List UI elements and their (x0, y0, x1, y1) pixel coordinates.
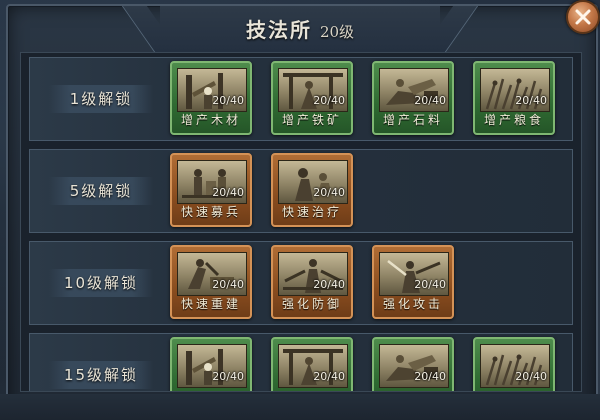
unlock-row-label: 15级解锁 (30, 334, 172, 391)
bottom-edge (0, 394, 600, 420)
skill-card[interactable]: 20/40 (170, 337, 252, 391)
skill-card[interactable]: 20/40 增产木材 (170, 61, 252, 135)
skill-card[interactable]: 20/40 快速治疗 (271, 153, 353, 227)
skill-name: 增产木材 (180, 113, 241, 127)
unlock-row-label: 10级解锁 (30, 242, 172, 324)
unlock-level-label: 5级解锁 (49, 177, 153, 205)
unlock-row: 10级解锁 20/40 快速重建 20/40 强化防御 20/40 强化攻击 (29, 241, 573, 325)
skill-card[interactable]: 20/40 增产铁矿 (271, 61, 353, 135)
skill-card[interactable]: 20/40 快速重建 (170, 245, 252, 319)
skill-name: 增产石料 (382, 113, 443, 127)
skill-name: 增产铁矿 (281, 113, 342, 127)
building-name: 技法所 (245, 18, 312, 42)
unlock-level-label: 1级解锁 (49, 85, 153, 113)
close-icon (575, 9, 591, 25)
skill-name: 快速重建 (180, 297, 241, 311)
unlock-row: 1级解锁 20/40 增产木材 20/40 增产铁矿 20/40 增产石料 20/40 增产粮食 (29, 57, 573, 141)
skill-progress: 20/40 (414, 278, 446, 291)
skill-progress: 20/40 (212, 94, 244, 107)
skill-progress: 20/40 (515, 370, 547, 383)
skill-list[interactable]: 1级解锁 20/40 增产木材 20/40 增产铁矿 20/40 增产石料 20/40 增产粮食… (20, 52, 582, 392)
unlock-level-label: 10级解锁 (49, 269, 153, 297)
skill-progress: 20/40 (414, 370, 446, 383)
skill-progress: 20/40 (414, 94, 446, 107)
skill-card[interactable]: 20/40 增产粮食 (473, 61, 555, 135)
skill-progress: 20/40 (515, 94, 547, 107)
unlock-level-label: 15级解锁 (49, 361, 153, 389)
skill-progress: 20/40 (313, 94, 345, 107)
skill-card[interactable]: 20/40 强化防御 (271, 245, 353, 319)
skill-name: 快速治疗 (281, 205, 342, 219)
skill-card[interactable]: 20/40 (473, 337, 555, 391)
building-level: 20级 (319, 23, 355, 41)
skill-card[interactable]: 20/40 快速募兵 (170, 153, 252, 227)
skill-card[interactable]: 20/40 (271, 337, 353, 391)
skill-name: 快速募兵 (180, 205, 241, 219)
skill-progress: 20/40 (313, 370, 345, 383)
skill-card[interactable]: 20/40 强化攻击 (372, 245, 454, 319)
skill-card[interactable]: 20/40 (372, 337, 454, 391)
skill-name: 强化攻击 (382, 297, 443, 311)
skill-progress: 20/40 (212, 278, 244, 291)
unlock-row-label: 5级解锁 (30, 150, 172, 232)
skill-name: 增产粮食 (483, 113, 544, 127)
skill-progress: 20/40 (313, 186, 345, 199)
skill-progress: 20/40 (212, 186, 244, 199)
unlock-row-label: 1级解锁 (30, 58, 172, 140)
skill-name: 强化防御 (281, 297, 342, 311)
skill-progress: 20/40 (313, 278, 345, 291)
skill-progress: 20/40 (212, 370, 244, 383)
page-title: 技法所 20级 (160, 14, 440, 43)
unlock-row: 15级解锁 20/40 20/40 20/40 20/40 (29, 333, 573, 391)
close-button[interactable] (566, 0, 600, 34)
skill-card[interactable]: 20/40 增产石料 (372, 61, 454, 135)
unlock-row: 5级解锁 20/40 快速募兵 20/40 快速治疗 (29, 149, 573, 233)
